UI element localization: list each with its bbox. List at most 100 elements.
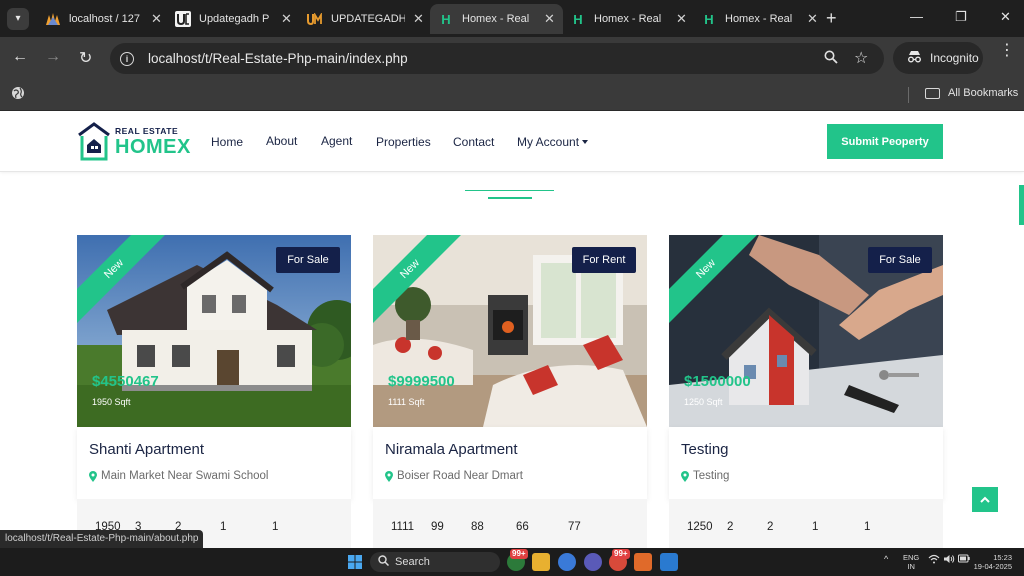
xampp-icon[interactable] (634, 553, 652, 571)
property-card[interactable]: New For Sale $1500000 1250 Sqft Testing … (669, 235, 943, 548)
link-status-bubble: localhost/t/Real-Estate-Php-main/about.p… (0, 530, 204, 548)
stat-value: 99 (431, 521, 444, 533)
back-arrow-icon[interactable]: ← (12, 48, 28, 66)
close-icon[interactable]: ✕ (151, 11, 162, 27)
stat-value: 1 (220, 521, 227, 533)
property-image-house[interactable]: New For Sale $4550467 1950 Sqft (77, 235, 351, 427)
tab-updategadh-2[interactable]: UPDATEGADH ✕ (299, 4, 432, 34)
chevron-down-icon: ▾ (15, 13, 21, 24)
nav-home[interactable]: Home (211, 135, 243, 149)
submit-property-button[interactable]: Submit Peoperty (827, 124, 943, 159)
file-explorer-icon[interactable] (532, 553, 550, 571)
property-price: $9999500 (388, 373, 455, 390)
property-price: $4550467 (92, 373, 159, 390)
nav-properties[interactable]: Properties (376, 135, 431, 149)
stat-value: 77 (568, 521, 581, 533)
property-info: Niramala Apartment Boiser Road Near Dmar… (373, 427, 647, 499)
property-area: 1950 Sqft (92, 397, 131, 407)
property-address: Boiser Road Near Dmart (385, 470, 523, 482)
all-bookmarks-button[interactable]: All Bookmarks (925, 87, 1018, 99)
back-to-top-button[interactable] (972, 487, 998, 512)
minimize-icon[interactable]: — (910, 9, 923, 24)
address-bar[interactable]: i localhost/t/Real-Estate-Php-main/index… (110, 43, 884, 74)
tab-homex-2[interactable]: H Homex - Real ✕ (562, 4, 695, 34)
language-indicator[interactable]: ENG IN (903, 553, 919, 571)
property-image-handshake[interactable]: New For Sale $1500000 1250 Sqft (669, 235, 943, 427)
windows-start-icon[interactable] (348, 555, 362, 569)
tray-chevron-up-icon[interactable]: ^ (884, 554, 888, 564)
nav-contact[interactable]: Contact (453, 135, 494, 149)
property-card[interactable]: New For Sale $4550467 1950 Sqft Shanti A… (77, 235, 351, 548)
stat-value: 1 (272, 521, 279, 533)
property-info: Shanti Apartment Main Market Near Swami … (77, 427, 351, 499)
restore-icon[interactable]: ❐ (955, 9, 967, 25)
stat-value: 1 (812, 521, 819, 533)
forward-arrow-icon[interactable]: → (45, 48, 61, 66)
tab-localhost[interactable]: localhost / 127 ✕ (37, 4, 170, 34)
property-name[interactable]: Niramala Apartment (385, 441, 518, 458)
house-logo-icon (78, 122, 110, 161)
stat-value: 2 (767, 521, 774, 533)
window-close-icon[interactable]: ✕ (1000, 9, 1011, 25)
windows-taskbar: Search 99+ 99+ ^ ENG IN 15:23 19-04-2025 (0, 548, 1024, 576)
property-name[interactable]: Shanti Apartment (89, 441, 204, 458)
property-image-living-room[interactable]: New For Rent $9999500 1111 Sqft (373, 235, 647, 427)
zoom-search-icon[interactable] (824, 50, 838, 68)
close-icon[interactable]: ✕ (807, 11, 818, 27)
close-icon[interactable]: ✕ (281, 11, 292, 27)
logo-tagline: REAL ESTATE (115, 126, 179, 136)
nav-my-account[interactable]: My Account (517, 135, 589, 149)
incognito-button[interactable]: Incognito (893, 42, 983, 74)
tab-homex-3[interactable]: H Homex - Real ✕ (693, 4, 826, 34)
property-stats: 1250 2 2 1 1 (669, 499, 943, 548)
site-info-icon[interactable]: i (120, 51, 134, 66)
browser-app-icon[interactable] (584, 553, 602, 571)
chrome-icon[interactable] (558, 553, 576, 571)
status-badge: For Sale (276, 247, 340, 273)
search-icon (378, 555, 390, 569)
incognito-icon (907, 50, 922, 66)
nav-about[interactable]: About (266, 134, 297, 148)
property-stats: 1111 99 88 66 77 (373, 499, 647, 548)
clock[interactable]: 15:23 19-04-2025 (972, 553, 1012, 571)
stat-value: 1111 (391, 521, 415, 533)
site-header: REAL ESTATE HOMEX Home About Agent Prope… (0, 111, 1024, 172)
nav-agent[interactable]: Agent (321, 134, 352, 148)
stat-value: 1 (864, 521, 871, 533)
property-area: 1250 Sqft (684, 397, 723, 407)
homex-icon: H (573, 11, 583, 27)
volume-icon[interactable] (943, 554, 955, 566)
address-url[interactable]: localhost/t/Real-Estate-Php-main/index.p… (148, 51, 408, 66)
tab-search-button[interactable]: ▾ (7, 7, 29, 30)
tab-updategadh[interactable]: Updategadh P ✕ (167, 4, 300, 34)
homex-logo[interactable]: REAL ESTATE HOMEX (77, 121, 191, 163)
stat-value: 66 (516, 521, 529, 533)
browser-tab-bar: ▾ localhost / 127 ✕ Updategadh P ✕ UPDAT… (0, 0, 1024, 37)
tab-homex-active[interactable]: H Homex - Real ✕ (430, 4, 563, 34)
property-area: 1111 Sqft (388, 397, 425, 407)
property-card[interactable]: New For Rent $9999500 1111 Sqft Niramala… (373, 235, 647, 548)
globe-icon[interactable] (11, 86, 25, 103)
homex-icon: H (441, 11, 451, 27)
close-icon[interactable]: ✕ (544, 11, 555, 27)
stat-value: 88 (471, 521, 484, 533)
property-name[interactable]: Testing (681, 441, 729, 458)
phpmyadmin-icon (45, 11, 61, 27)
vscode-icon[interactable] (660, 553, 678, 571)
stat-value: 1250 (687, 521, 713, 533)
taskbar-search[interactable]: Search (370, 552, 500, 572)
close-icon[interactable]: ✕ (676, 11, 687, 27)
new-tab-plus-icon[interactable]: + (826, 8, 837, 29)
close-icon[interactable]: ✕ (413, 11, 424, 27)
scroll-accent-bar (1019, 185, 1024, 225)
stat-value: 2 (727, 521, 734, 533)
map-pin-icon (89, 470, 97, 482)
wifi-icon[interactable] (928, 554, 940, 566)
reload-icon[interactable]: ↻ (79, 48, 92, 68)
chevron-up-icon (980, 496, 990, 503)
battery-icon[interactable] (958, 554, 970, 565)
logo-wordmark: HOMEX (115, 136, 191, 158)
bookmark-star-icon[interactable]: ☆ (854, 48, 868, 68)
ug-icon (175, 11, 191, 27)
kebab-menu-icon[interactable]: ⋮ (999, 43, 1015, 59)
